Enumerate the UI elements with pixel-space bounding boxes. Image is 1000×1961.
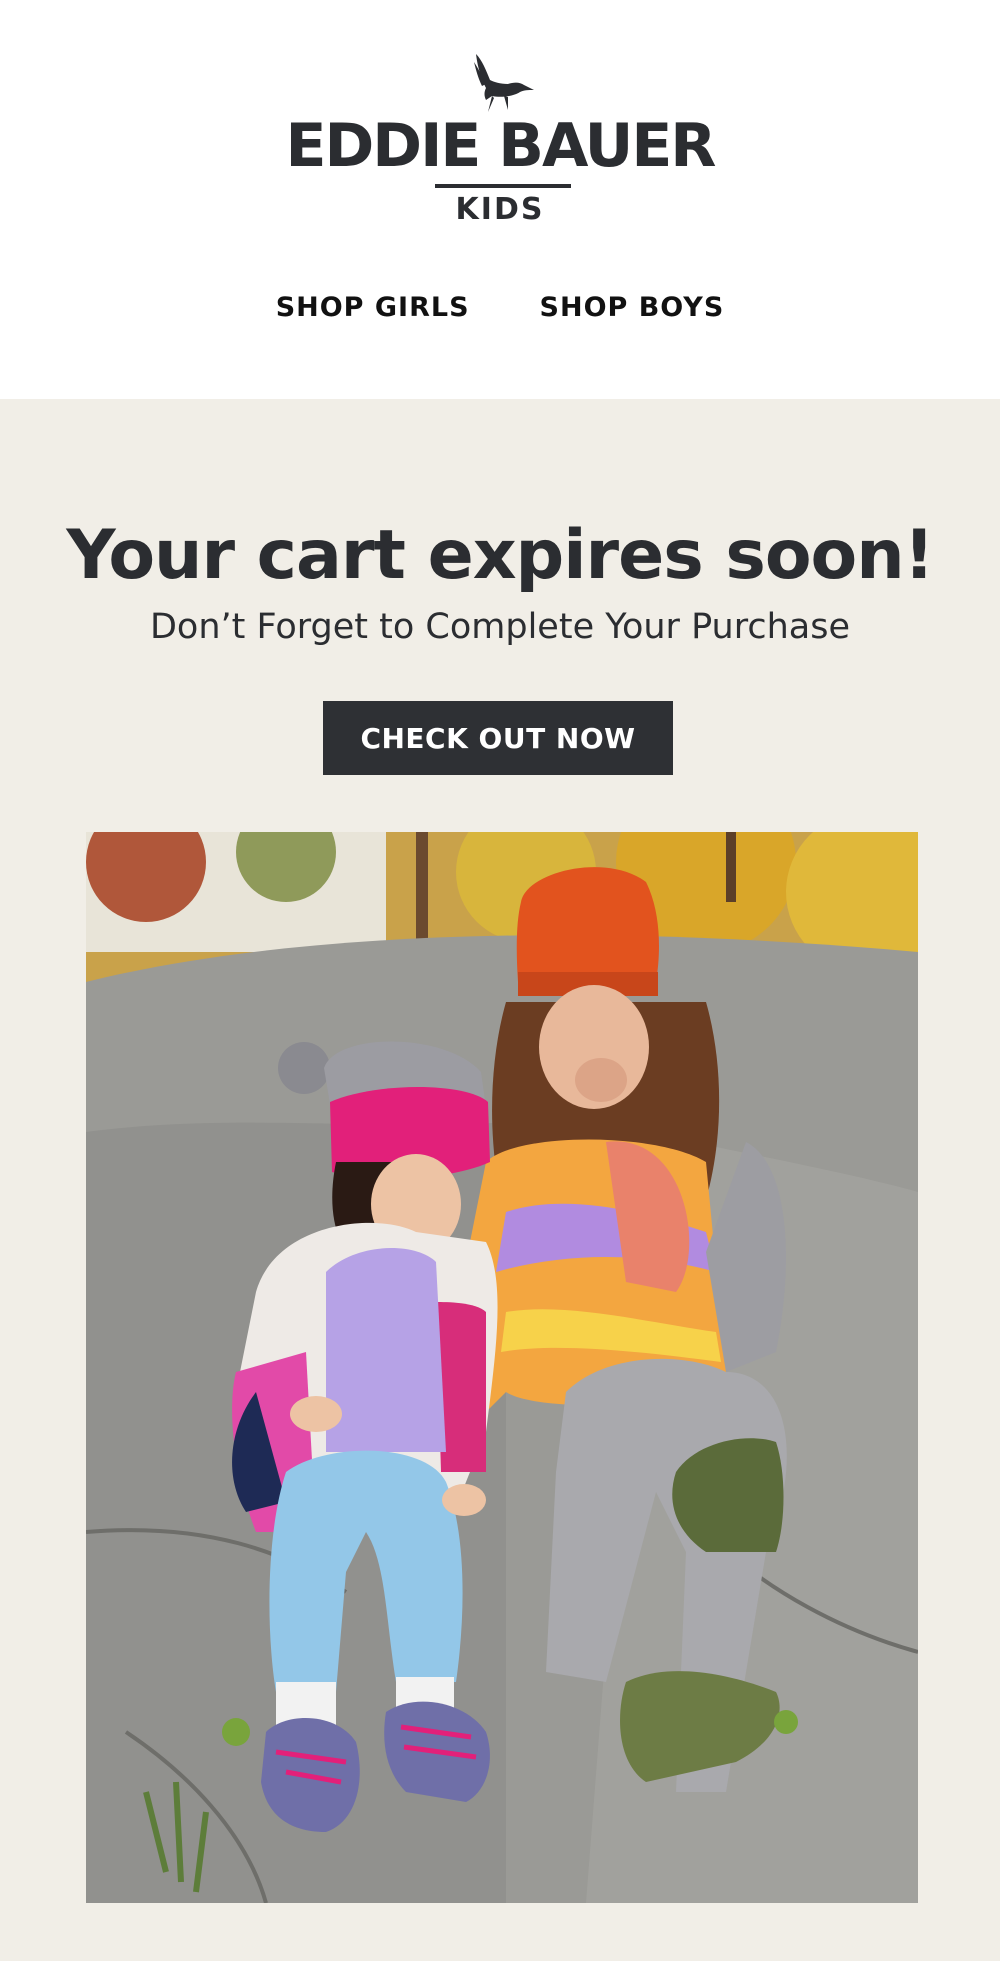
hero-photo[interactable] bbox=[86, 832, 918, 1903]
brand-sub-label: KIDS bbox=[455, 192, 545, 227]
category-nav: SHOP GIRLS SHOP BOYS bbox=[0, 292, 1000, 323]
nav-shop-girls-link[interactable]: SHOP GIRLS bbox=[276, 292, 470, 323]
cart-reminder-section: Your cart expires soon! Don’t Forget to … bbox=[0, 399, 1000, 1961]
headline: Your cart expires soon! bbox=[66, 516, 934, 595]
brand-wordmark: EDDIE BAUER bbox=[285, 111, 716, 181]
subheadline: Don’t Forget to Complete Your Purchase bbox=[149, 607, 851, 647]
goose-icon bbox=[474, 54, 534, 112]
check-out-now-button[interactable]: CHECK OUT NOW bbox=[323, 701, 673, 775]
logo-divider bbox=[435, 184, 571, 188]
hero-photo-illustration bbox=[86, 832, 918, 1903]
brand-logo[interactable]: EDDIE BAUER KIDS bbox=[0, 52, 1000, 232]
nav-shop-boys-link[interactable]: SHOP BOYS bbox=[540, 292, 725, 323]
email-header: EDDIE BAUER KIDS SHOP GIRLS SHOP BOYS bbox=[0, 0, 1000, 399]
